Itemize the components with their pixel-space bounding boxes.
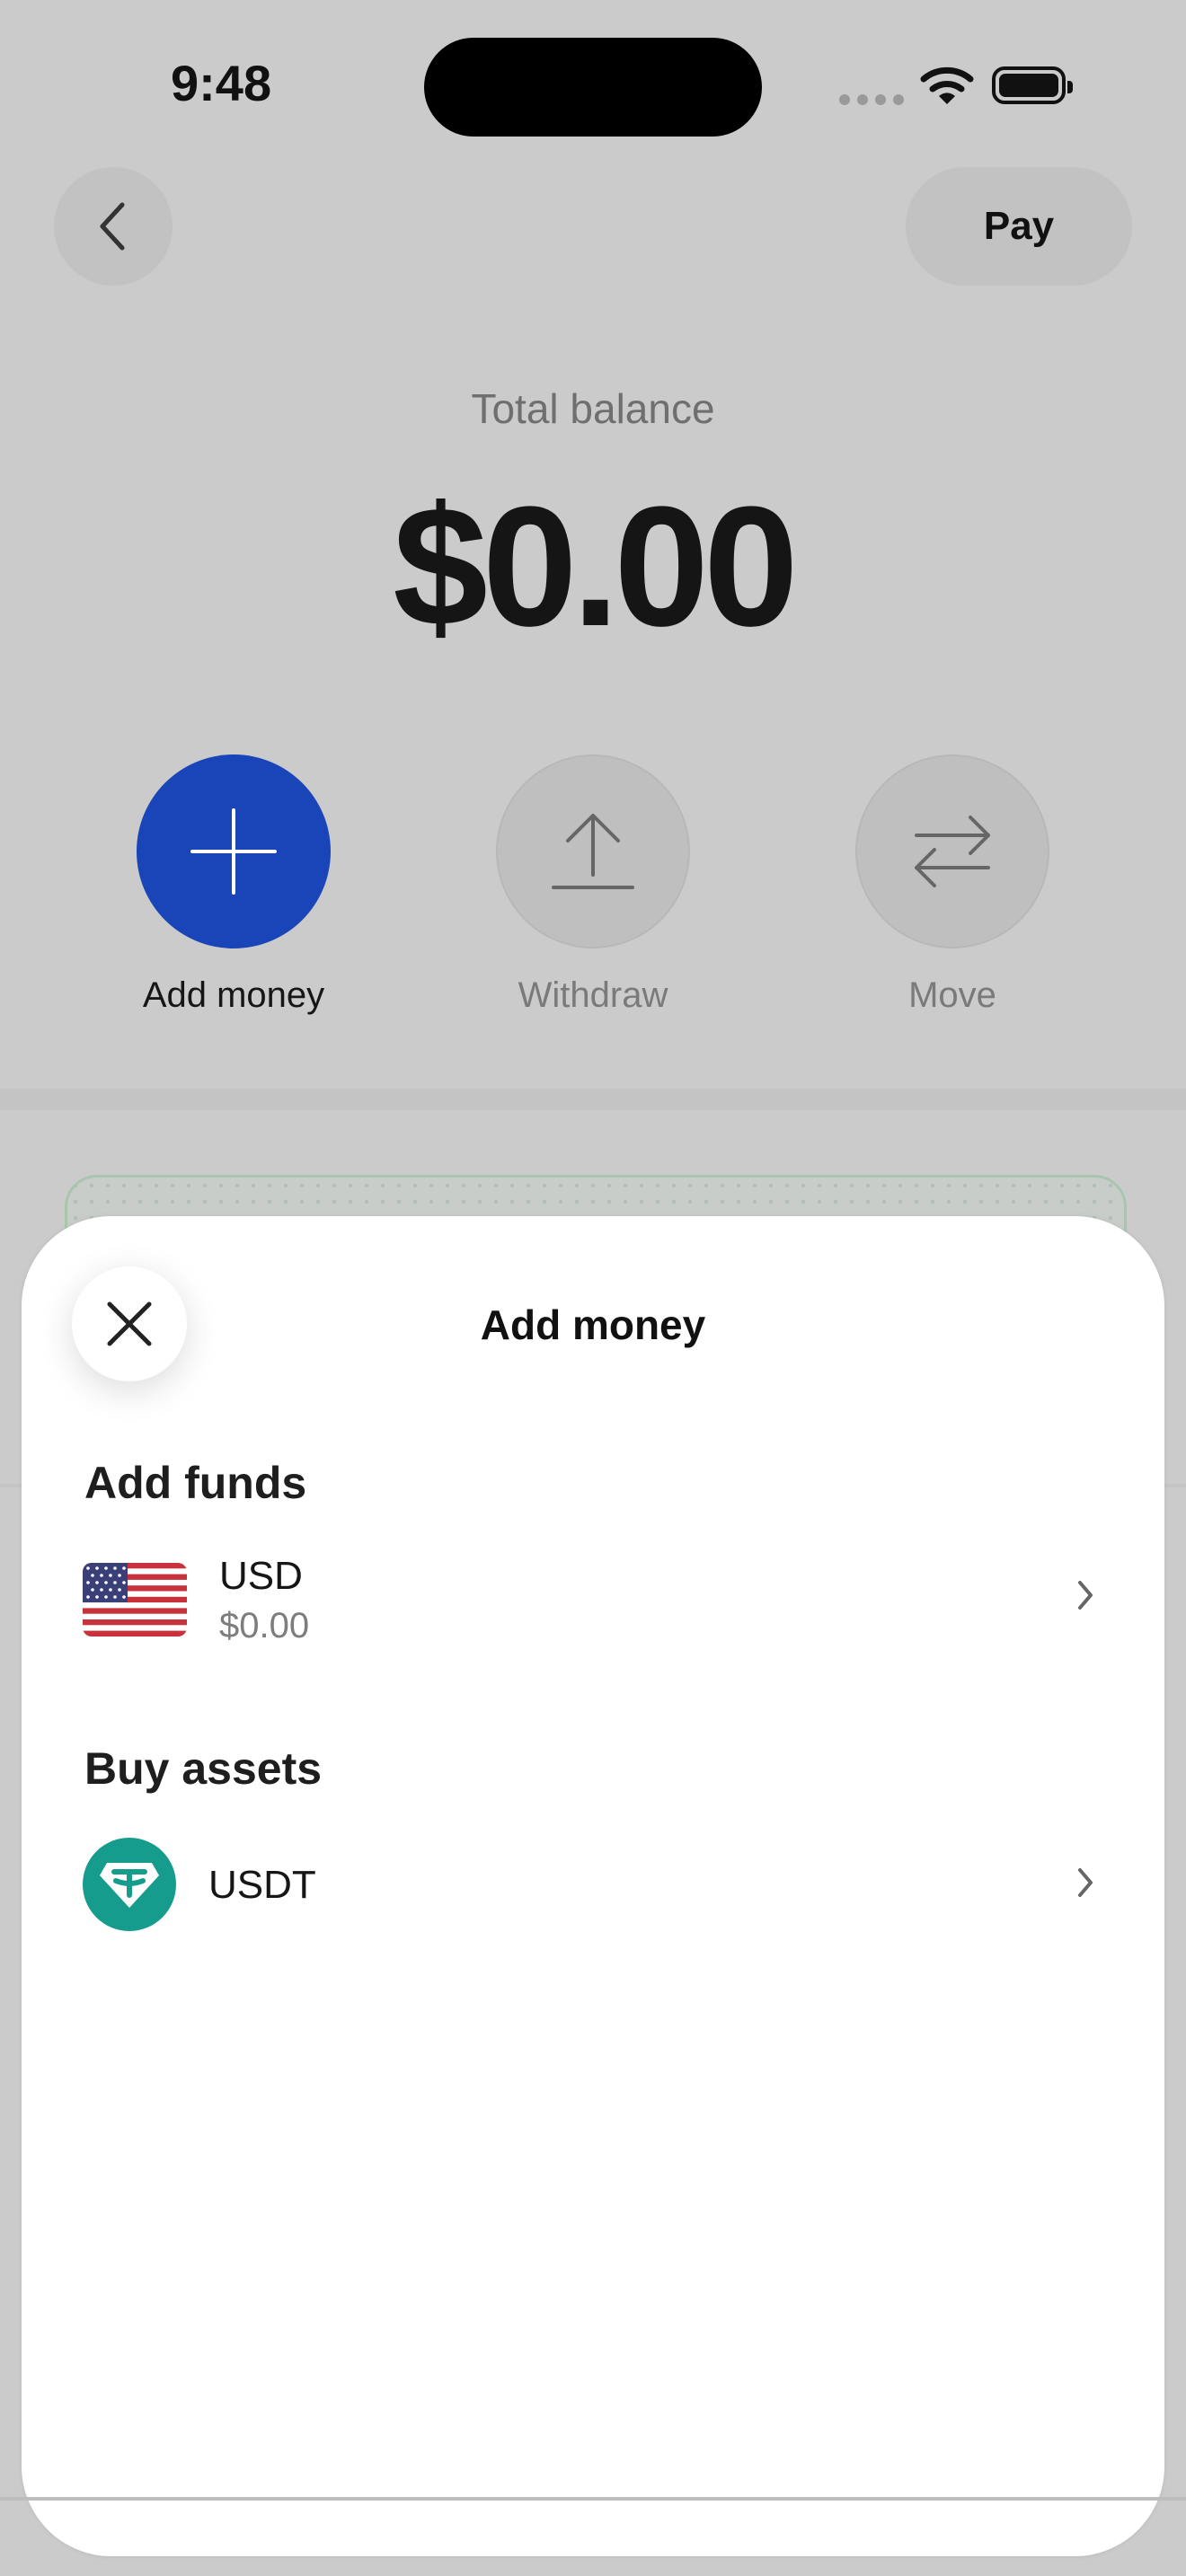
add-funds-heading: Add funds	[84, 1458, 307, 1508]
add-money-button[interactable]	[137, 754, 331, 948]
usdt-row[interactable]: USDT	[83, 1831, 1096, 1938]
status-time: 9:48	[171, 55, 272, 111]
wifi-icon	[920, 66, 974, 104]
buy-assets-heading: Buy assets	[84, 1743, 323, 1794]
balance-value: $0.00	[393, 472, 798, 662]
chevron-right-icon	[1078, 1581, 1093, 1610]
plus-icon	[190, 808, 277, 895]
tether-icon	[83, 1838, 176, 1931]
back-button[interactable]	[54, 167, 173, 286]
balance-label: Total balance	[471, 385, 715, 432]
usdt-name: USDT	[208, 1863, 316, 1907]
cellular-signal-icon	[839, 94, 904, 105]
battery-icon	[992, 66, 1073, 104]
us-flag-icon	[83, 1563, 187, 1636]
chevron-left-icon	[100, 202, 125, 251]
sheet-title: Add money	[480, 1301, 706, 1348]
withdraw-button[interactable]	[496, 754, 690, 948]
transfer-arrows-icon	[915, 816, 990, 887]
usd-name: USD	[219, 1554, 303, 1598]
usd-row[interactable]: USD $0.00	[83, 1543, 1096, 1651]
add-money-action[interactable]: Add money	[137, 754, 331, 1015]
chevron-right-icon	[1078, 1868, 1093, 1897]
dynamic-island	[424, 38, 762, 137]
upload-icon	[552, 814, 634, 889]
withdraw-label: Withdraw	[518, 975, 668, 1015]
backdrop-bottom-line	[0, 2497, 1186, 2501]
add-money-label: Add money	[142, 975, 325, 1015]
pay-button[interactable]: Pay	[906, 167, 1132, 286]
section-divider	[0, 1089, 1186, 1110]
move-button[interactable]	[855, 754, 1049, 948]
usd-balance: $0.00	[219, 1606, 310, 1645]
move-action[interactable]: Move	[855, 754, 1049, 1015]
withdraw-action[interactable]: Withdraw	[496, 754, 690, 1015]
move-label: Move	[908, 975, 996, 1015]
